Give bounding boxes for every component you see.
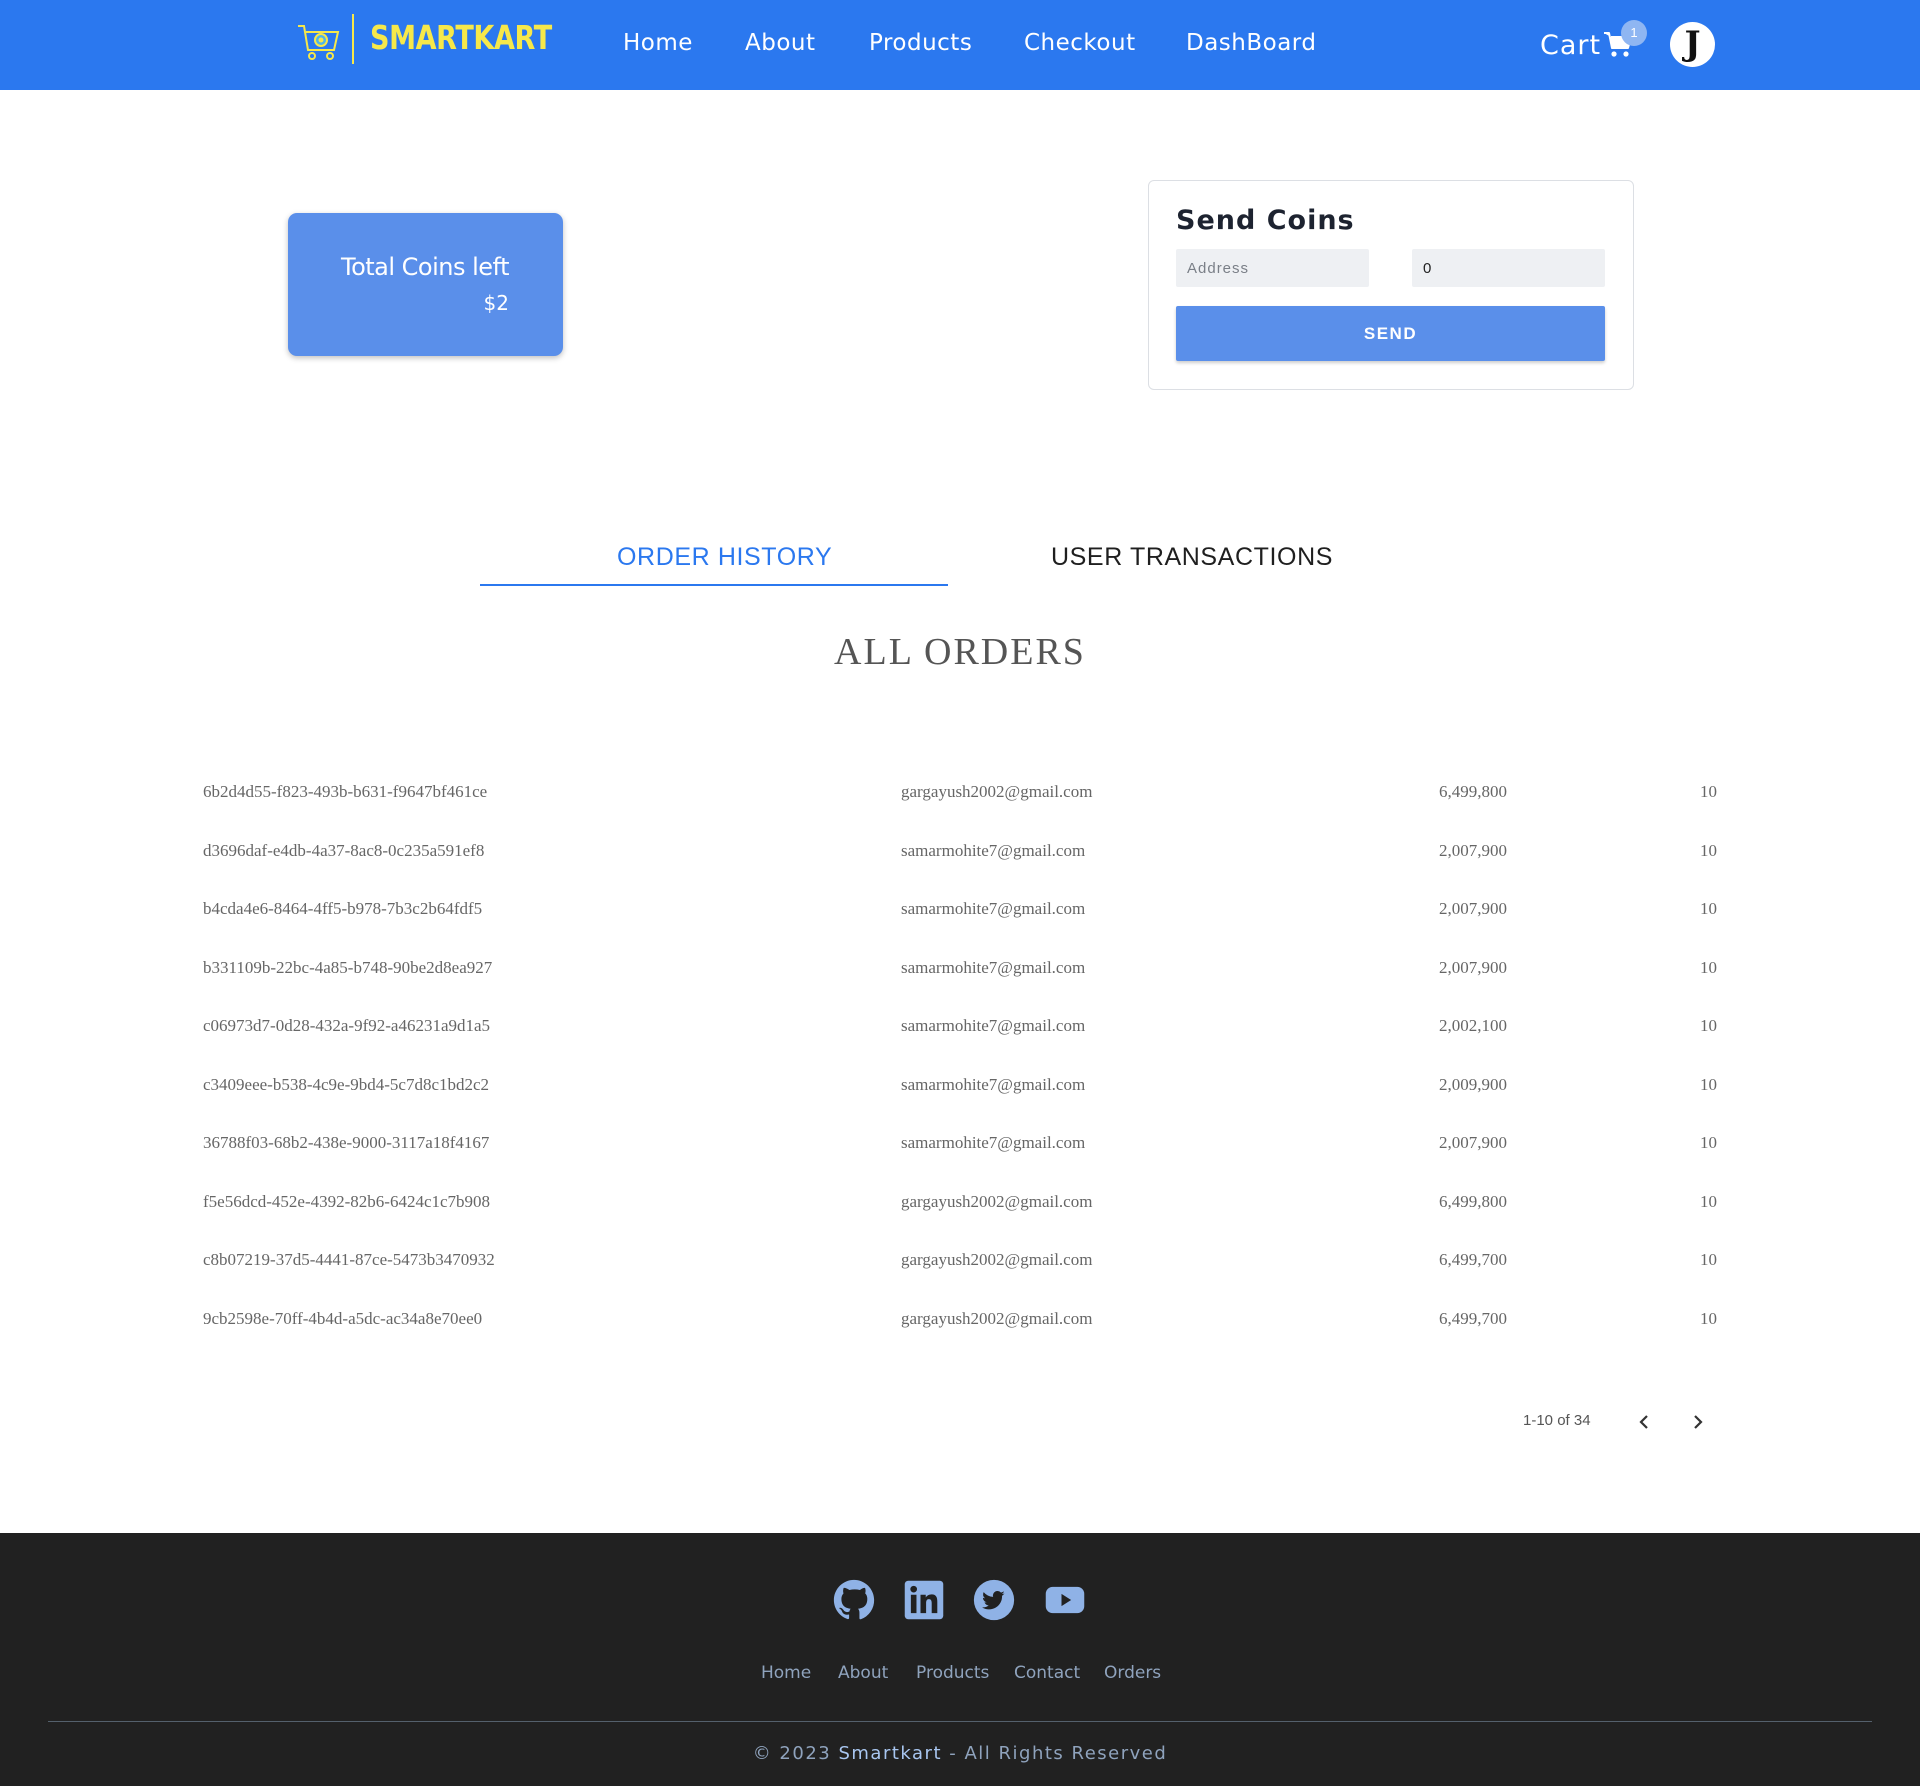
quantity-cell: 10: [1700, 899, 1717, 918]
copyright-text: © 2023 Smartkart - All Rights Reserved: [0, 1743, 1920, 1764]
email-cell: gargayush2002@gmail.com: [901, 1250, 1093, 1269]
footer-link-contact[interactable]: Contact: [1014, 1663, 1080, 1683]
send-button[interactable]: SEND: [1176, 306, 1605, 361]
footer-link-products[interactable]: Products: [916, 1663, 989, 1683]
amount-cell: 2,007,900: [1439, 957, 1507, 977]
table-row[interactable]: c3409eee-b538-4c9e-9bd4-5c7d8c1bd2c2 sama…: [0, 1075, 1920, 1134]
amount-cell: 2,009,900: [1439, 1074, 1507, 1094]
email-cell: samarmohite7@gmail.com: [901, 1133, 1086, 1152]
order-id-cell: c3409eee-b538-4c9e-9bd4-5c7d8c1bd2c2: [203, 1074, 490, 1094]
cart-link[interactable]: Cart: [1540, 30, 1601, 61]
email-cell: samarmohite7@gmail.com: [901, 840, 1086, 860]
table-row[interactable]: f5e56dcd-452e-4392-82b6-6424c1c7b908 garg…: [0, 1192, 1920, 1251]
table-row[interactable]: 9cb2598e-70ff-4b4d-a5dc-ac34a8e70ee0 garg…: [0, 1309, 1920, 1368]
quantity-cell: 10: [1700, 1308, 1717, 1328]
linkedin-icon[interactable]: [903, 1579, 945, 1621]
user-avatar[interactable]: J: [1670, 22, 1715, 67]
table-row[interactable]: c8b07219-37d5-4441-87ce-5473b3470932 garg…: [0, 1250, 1920, 1309]
nav-dashboard[interactable]: DashBoard: [1186, 30, 1316, 56]
nav-checkout[interactable]: Checkout: [1024, 30, 1136, 56]
amount-cell: 2,002,100: [1439, 1016, 1507, 1035]
nav-home[interactable]: Home: [623, 30, 693, 56]
cart-count-badge: 1: [1621, 20, 1647, 46]
order-id-cell: c06973d7-0d28-432a-9f92-a46231a9d1a5: [203, 1016, 491, 1035]
active-tab-indicator: [480, 584, 948, 586]
total-coins-value: $2: [483, 291, 509, 315]
quantity-cell: 10: [1700, 840, 1717, 860]
shopping-cart-logo-icon[interactable]: [296, 20, 340, 62]
quantity-cell: 10: [1700, 1250, 1717, 1269]
copyright-suffix: - All Rights Reserved: [949, 1743, 1168, 1764]
pagination-label: 1-10 of 34: [1523, 1412, 1591, 1429]
brand-divider: [352, 14, 354, 64]
amount-cell: 6,499,800: [1439, 782, 1507, 801]
email-cell: gargayush2002@gmail.com: [901, 1191, 1093, 1211]
quantity-cell: 10: [1700, 782, 1717, 801]
email-cell: samarmohite7@gmail.com: [901, 899, 1086, 918]
quantity-cell: 10: [1700, 1016, 1717, 1035]
order-id-cell: 6b2d4d55-f823-493b-b631-f9647bf461ce: [203, 782, 488, 801]
chevron-left-icon[interactable]: [1632, 1410, 1656, 1434]
send-coins-title: Send Coins: [1176, 205, 1355, 236]
amount-cell: 2,007,900: [1439, 1133, 1507, 1152]
youtube-icon[interactable]: [1044, 1579, 1086, 1621]
address-input[interactable]: [1176, 249, 1369, 287]
order-id-cell: d3696daf-e4db-4a37-8ac8-0c235a591ef8: [203, 840, 485, 860]
footer-link-home[interactable]: Home: [761, 1663, 811, 1683]
order-id-cell: c8b07219-37d5-4441-87ce-5473b3470932: [203, 1250, 495, 1269]
nav-products[interactable]: Products: [869, 30, 972, 56]
total-coins-label: Total Coins left: [340, 253, 510, 281]
top-navbar: SMARTKART Home About Products Checkout D…: [0, 0, 1920, 90]
order-id-cell: b331109b-22bc-4a85-b748-90be2d8ea927: [203, 957, 493, 977]
table-row[interactable]: b4cda4e6-8464-4ff5-b978-7b3c2b64fdf5 sama…: [0, 899, 1920, 958]
quantity-cell: 10: [1700, 957, 1717, 977]
brand-name[interactable]: SMARTKART: [370, 18, 552, 57]
email-cell: gargayush2002@gmail.com: [901, 782, 1093, 801]
footer-divider: [48, 1721, 1872, 1722]
table-row[interactable]: c06973d7-0d28-432a-9f92-a46231a9d1a5 sama…: [0, 1016, 1920, 1075]
order-id-cell: 36788f03-68b2-438e-9000-3117a18f4167: [203, 1133, 490, 1152]
amount-input[interactable]: [1412, 249, 1605, 287]
quantity-cell: 10: [1700, 1191, 1717, 1211]
email-cell: samarmohite7@gmail.com: [901, 1074, 1086, 1094]
amount-cell: 2,007,900: [1439, 899, 1507, 918]
email-cell: samarmohite7@gmail.com: [901, 1016, 1086, 1035]
table-row[interactable]: d3696daf-e4db-4a37-8ac8-0c235a591ef8 sama…: [0, 841, 1920, 900]
nav-about[interactable]: About: [745, 30, 816, 56]
table-row[interactable]: 6b2d4d55-f823-493b-b631-f9647bf461ce garg…: [0, 782, 1920, 841]
tab-user-transactions[interactable]: USER TRANSACTIONS: [1051, 543, 1333, 572]
email-cell: gargayush2002@gmail.com: [901, 1308, 1093, 1328]
footer: Home About Products Contact Orders © 202…: [0, 1533, 1920, 1786]
amount-cell: 6,499,700: [1439, 1250, 1507, 1269]
footer-link-about[interactable]: About: [838, 1663, 888, 1683]
tab-order-history[interactable]: ORDER HISTORY: [617, 543, 832, 572]
github-icon[interactable]: [833, 1579, 875, 1621]
twitter-icon[interactable]: [973, 1579, 1015, 1621]
email-cell: samarmohite7@gmail.com: [901, 957, 1086, 977]
all-orders-heading: ALL ORDERS: [834, 631, 1086, 673]
order-id-cell: b4cda4e6-8464-4ff5-b978-7b3c2b64fdf5: [203, 899, 483, 918]
total-coins-card: Total Coins left $2: [288, 213, 563, 356]
quantity-cell: 10: [1700, 1133, 1717, 1152]
amount-cell: 6,499,700: [1439, 1308, 1507, 1328]
amount-cell: 6,499,800: [1439, 1191, 1507, 1211]
amount-cell: 2,007,900: [1439, 840, 1507, 860]
order-id-cell: f5e56dcd-452e-4392-82b6-6424c1c7b908: [203, 1191, 491, 1211]
table-row[interactable]: 36788f03-68b2-438e-9000-3117a18f4167 sama…: [0, 1133, 1920, 1192]
footer-link-orders[interactable]: Orders: [1104, 1663, 1161, 1683]
send-coins-card: Send Coins SEND: [1148, 180, 1634, 390]
copyright-brand-link[interactable]: Smartkart: [838, 1743, 942, 1764]
quantity-cell: 10: [1700, 1074, 1717, 1094]
copyright-year: © 2023: [752, 1743, 832, 1764]
chevron-right-icon[interactable]: [1686, 1410, 1710, 1434]
orders-table: 6b2d4d55-f823-493b-b631-f9647bf461ce garg…: [0, 782, 1920, 1367]
order-id-cell: 9cb2598e-70ff-4b4d-a5dc-ac34a8e70ee0: [203, 1308, 483, 1328]
table-row[interactable]: b331109b-22bc-4a85-b748-90be2d8ea927 sama…: [0, 958, 1920, 1017]
